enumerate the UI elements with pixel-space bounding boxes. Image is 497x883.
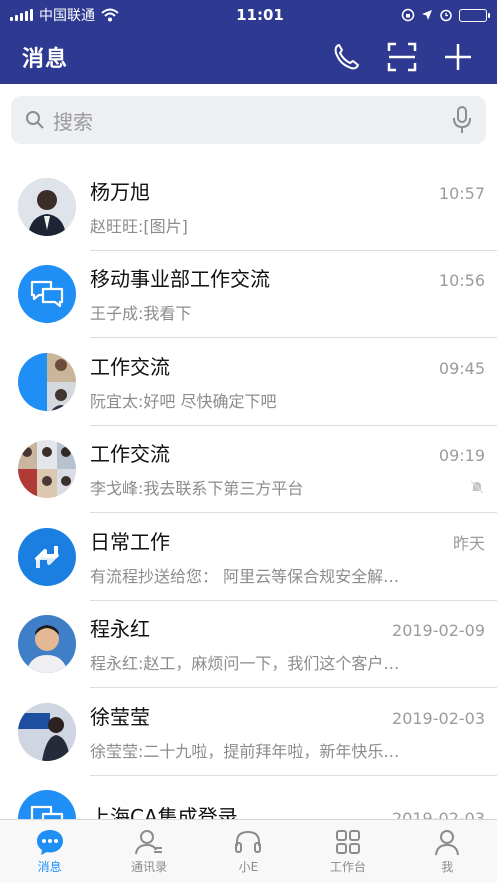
scan-icon	[387, 42, 417, 72]
tab-label: 我	[441, 860, 454, 874]
group-avatar	[18, 440, 76, 499]
conversation-time: 2019-02-03	[392, 708, 485, 728]
conversation-time: 2019-02-09	[392, 621, 485, 641]
lock-rotation-icon	[401, 8, 415, 22]
conversation-time: 09:19	[438, 446, 485, 466]
conversation-time: 10:57	[438, 183, 485, 203]
page-title: 消息	[22, 47, 69, 72]
avatar	[18, 702, 76, 761]
conversation-item[interactable]: 移动事业部工作交流 10:56 王子成:我看下	[0, 251, 497, 338]
conversation-preview: 徐莹莹:二十九啦，提前拜年啦，新年快乐…	[90, 741, 400, 761]
person-photo	[18, 177, 76, 236]
tab-label: 消息	[37, 860, 62, 874]
bottom-tab-bar: 消息 通讯录 小E 工作台 我	[0, 819, 497, 883]
conversation-item[interactable]: 杨万旭 10:57 赵旺旺:[图片]	[0, 163, 497, 251]
search-area: 搜索	[0, 84, 497, 156]
avatar	[18, 265, 76, 324]
tab-contacts[interactable]: 通讯录	[109, 828, 189, 875]
conversation-preview: 赵旺旺:[图片]	[90, 216, 188, 236]
conversation-item[interactable]: 工作交流 09:19 李戈峰:我去联系下第三方平台	[0, 426, 497, 513]
carrier-label: 中国联通	[39, 8, 95, 24]
status-right	[401, 8, 490, 22]
conversation-time: 09:45	[438, 358, 485, 378]
group-photo	[18, 352, 76, 411]
conversation-name: 上海CA集成登录	[90, 804, 238, 819]
conversation-preview: 程永红:赵工，麻烦问一下，我们这个客户…	[90, 654, 400, 674]
tab-me[interactable]: 我	[407, 828, 487, 875]
tab-assistant[interactable]: 小E	[208, 828, 288, 875]
conversation-name: 移动事业部工作交流	[90, 267, 270, 292]
grid-icon	[335, 830, 360, 854]
scan-button[interactable]	[385, 40, 419, 74]
contacts-icon	[135, 830, 163, 855]
conversation-list: 杨万旭 10:57 赵旺旺:[图片] 移动事业部工作交流 10:56 王子成:我…	[0, 163, 497, 819]
conversation-name: 工作交流	[90, 442, 170, 467]
search-icon	[26, 111, 44, 129]
conversation-name: 工作交流	[90, 354, 170, 379]
conversation-preview: 有流程抄送给您： 阿里云等保合规安全解…	[90, 566, 400, 586]
conversation-time: 2019-02-03	[392, 808, 485, 819]
conversation-item[interactable]: 日常工作 昨天 有流程抄送给您： 阿里云等保合规安全解…	[0, 513, 497, 601]
conversation-preview: 王子成:我看下	[90, 304, 192, 324]
message-bubble-icon	[36, 830, 63, 855]
avatar	[18, 615, 76, 674]
wifi-icon	[101, 8, 119, 22]
group-photo	[18, 440, 76, 499]
person-photo	[18, 615, 76, 674]
conversation-name: 程永红	[90, 617, 150, 642]
person-photo	[18, 702, 76, 761]
avatar	[18, 790, 76, 819]
tab-label: 通讯录	[131, 860, 168, 874]
add-button[interactable]	[441, 40, 475, 74]
status-time: 11:01	[236, 6, 284, 24]
group-avatar	[18, 352, 76, 411]
conversation-item[interactable]: 徐莹莹 2019-02-03 徐莹莹:二十九啦，提前拜年啦，新年快乐…	[0, 688, 497, 776]
conversation-name: 杨万旭	[90, 179, 150, 204]
tab-messages[interactable]: 消息	[10, 828, 90, 875]
avatar	[18, 527, 76, 586]
tab-workbench[interactable]: 工作台	[308, 828, 388, 875]
phone-button[interactable]	[329, 40, 363, 74]
tab-label: 工作台	[329, 860, 366, 874]
status-left: 中国联通	[10, 5, 119, 25]
plus-icon	[445, 44, 471, 70]
battery-icon	[459, 8, 490, 22]
signal-icon	[10, 9, 33, 21]
person-icon	[435, 830, 460, 856]
search-input[interactable]: 搜索	[11, 96, 486, 144]
microphone-icon[interactable]	[452, 106, 472, 134]
conversation-name: 徐莹莹	[90, 704, 150, 729]
conversation-preview: 阮宜太:好吧 尽快确定下吧	[90, 391, 277, 411]
conversation-item[interactable]: 程永红 2019-02-09 程永红:赵工，麻烦问一下，我们这个客户…	[0, 601, 497, 688]
header-actions	[329, 40, 475, 74]
alarm-icon	[440, 9, 452, 22]
top-bar: 中国联通 11:01 消息	[0, 0, 497, 84]
search-placeholder: 搜索	[53, 109, 93, 134]
conversation-item[interactable]: 上海CA集成登录 2019-02-03	[0, 776, 497, 819]
conversation-time: 昨天	[452, 533, 485, 553]
conversation-name: 日常工作	[90, 529, 170, 554]
status-bar: 中国联通 11:01	[0, 0, 497, 30]
headset-icon	[235, 830, 262, 853]
workflow-icon	[34, 545, 60, 568]
chat-bubbles-icon	[30, 281, 64, 308]
conversation-item[interactable]: 工作交流 09:45 阮宜太:好吧 尽快确定下吧	[0, 338, 497, 426]
avatar	[18, 177, 76, 236]
chat-bubbles-icon	[30, 806, 64, 819]
mute-bell-icon	[470, 480, 484, 494]
conversation-time: 10:56	[438, 271, 485, 291]
location-icon	[422, 10, 432, 20]
phone-icon	[334, 44, 359, 70]
conversation-preview: 李戈峰:我去联系下第三方平台	[90, 479, 304, 499]
header: 消息	[0, 30, 497, 84]
tab-label: 小E	[238, 860, 259, 874]
